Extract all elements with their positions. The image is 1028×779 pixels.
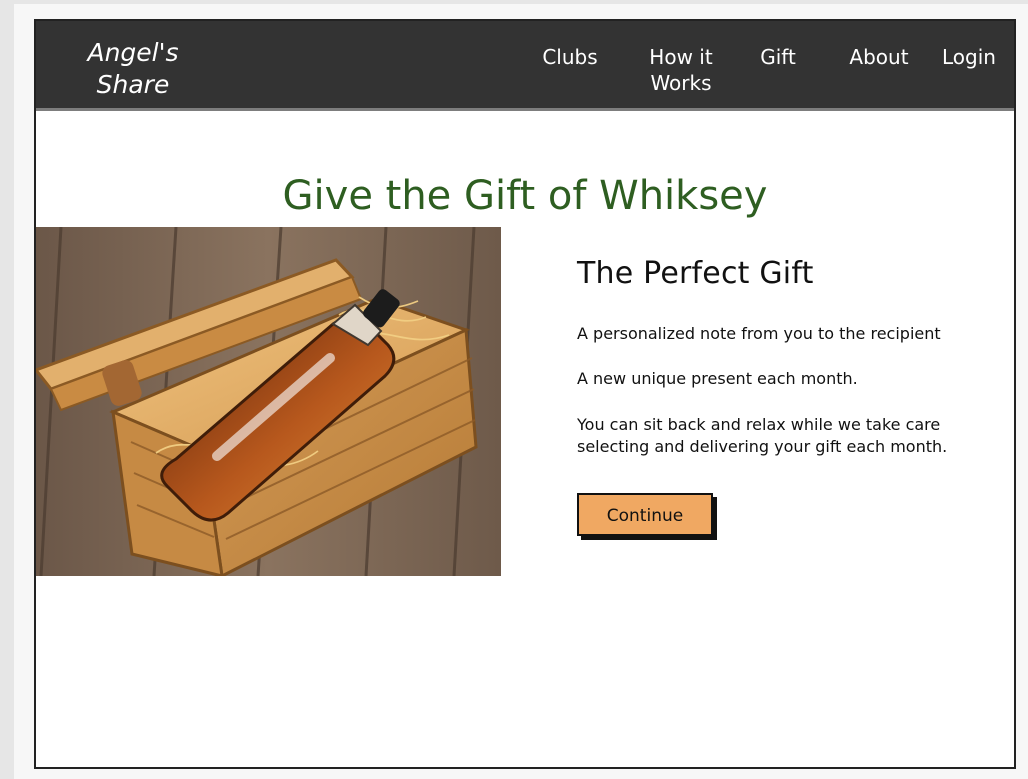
benefit-monthly-present: A new unique present each month. [577,369,858,388]
brand-logo[interactable]: Angel's Share [78,37,188,101]
whiskey-gift-box-image [36,227,501,576]
nav-about-link[interactable]: About [848,44,910,70]
brand-line-1: Angel's [87,38,179,67]
benefit-delivery-care: You can sit back and relax while we take… [577,415,948,456]
top-navigation: Angel's Share Clubs How it Works Gift Ab… [36,21,1014,111]
nav-clubs-link[interactable]: Clubs [540,44,600,70]
nav-gift-link[interactable]: Gift [756,44,800,70]
benefit-personalized-note: A personalized note from you to the reci… [577,324,941,343]
nav-how-line-2: Works [650,71,712,95]
nav-how-line-1: How it [649,45,713,69]
nav-gift-label: Gift [760,45,796,69]
continue-button-label: Continue [606,506,684,526]
continue-button[interactable]: Continue [577,493,713,536]
nav-about-label: About [849,45,909,69]
gift-box-illustration [36,227,501,576]
perfect-gift-heading: The Perfect Gift [577,255,814,291]
nav-login-link[interactable]: Login [939,44,999,70]
nav-clubs-label: Clubs [542,45,598,69]
nav-how-it-works-link[interactable]: How it Works [644,44,718,96]
nav-login-label: Login [942,45,996,69]
page-title: Give the Gift of Whiksey [282,172,768,219]
website-window: Angel's Share Clubs How it Works Gift Ab… [34,19,1016,769]
brand-line-2: Share [96,70,170,99]
